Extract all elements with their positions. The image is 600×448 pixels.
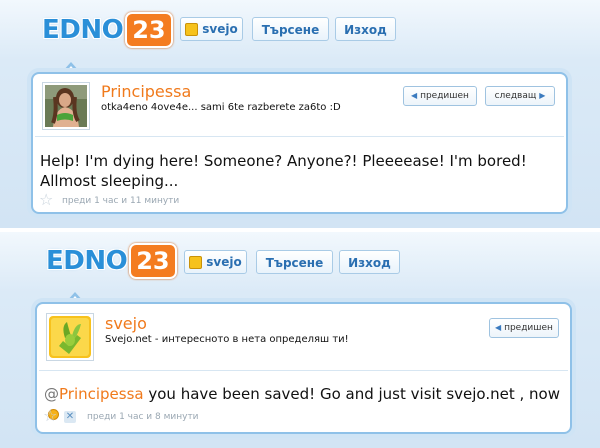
logo-text: EDNO: [46, 246, 128, 276]
post-timestamp[interactable]: преди 1 час и 8 минути: [87, 412, 199, 422]
logo-number: 23: [125, 12, 173, 48]
close-icon[interactable]: ✕: [64, 411, 76, 423]
user-bio: otka4eno 4ove4e... sami 6te razberete za…: [101, 102, 341, 113]
previous-button[interactable]: ◀ предишен: [403, 86, 477, 106]
user-menu-button[interactable]: svejo: [180, 17, 243, 41]
arrow-left-icon: ◀: [411, 91, 418, 100]
user-bio: Svejo.net - интересното в нета определяш…: [105, 334, 349, 345]
mention-at-sign: @: [44, 385, 59, 403]
previous-label: предишен: [504, 323, 553, 333]
star-icon[interactable]: ☆: [43, 408, 57, 424]
logout-button[interactable]: Изход: [335, 17, 396, 41]
avatar[interactable]: [42, 82, 90, 130]
arrow-left-icon: ◀: [495, 323, 502, 332]
panel-bottom: EDNO 23 svejo Търсене Изход svejo Svejo.…: [0, 232, 600, 448]
post-card: svejo Svejo.net - интересното в нета опр…: [35, 302, 572, 434]
logo-text: EDNO: [42, 15, 124, 45]
next-button[interactable]: следващ ▶: [485, 86, 555, 106]
post-text: Help! I'm dying here! Someone? Anyone?! …: [40, 152, 527, 190]
post-timestamp[interactable]: преди 1 час и 11 минути: [62, 196, 179, 206]
next-label: следващ: [494, 91, 537, 101]
mention-link[interactable]: Principessa: [59, 385, 144, 403]
previous-button[interactable]: ◀ предишен: [489, 318, 559, 338]
user-avatar-icon: [189, 255, 203, 269]
previous-label: предишен: [420, 91, 469, 101]
divider: [35, 136, 564, 137]
user-menu-label: svejo: [206, 255, 242, 269]
avatar[interactable]: [46, 313, 94, 361]
user-menu-label: svejo: [202, 22, 238, 36]
post-username[interactable]: svejo: [105, 314, 147, 333]
post-card: Principessa otka4eno 4ove4e... sami 6te …: [31, 72, 568, 214]
user-menu-button[interactable]: svejo: [184, 250, 247, 274]
logo-number: 23: [129, 243, 177, 279]
edno23-logo[interactable]: EDNO 23: [42, 12, 173, 48]
avatar-photo-icon: [45, 85, 87, 127]
panel-top: EDNO 23 svejo Търсене Изход Principessa …: [0, 0, 600, 228]
svejo-logo-icon: [49, 316, 91, 358]
edno23-logo[interactable]: EDNO 23: [46, 243, 177, 279]
search-button[interactable]: Търсене: [252, 17, 329, 41]
post-username[interactable]: Principessa: [101, 82, 191, 101]
arrow-right-icon: ▶: [539, 91, 546, 100]
divider: [39, 370, 568, 371]
star-icon[interactable]: ☆: [39, 192, 53, 208]
post-body: you have been saved! Go and just visit s…: [143, 385, 560, 403]
user-avatar-icon: [185, 22, 199, 36]
search-button[interactable]: Търсене: [256, 250, 333, 274]
logout-button[interactable]: Изход: [339, 250, 400, 274]
